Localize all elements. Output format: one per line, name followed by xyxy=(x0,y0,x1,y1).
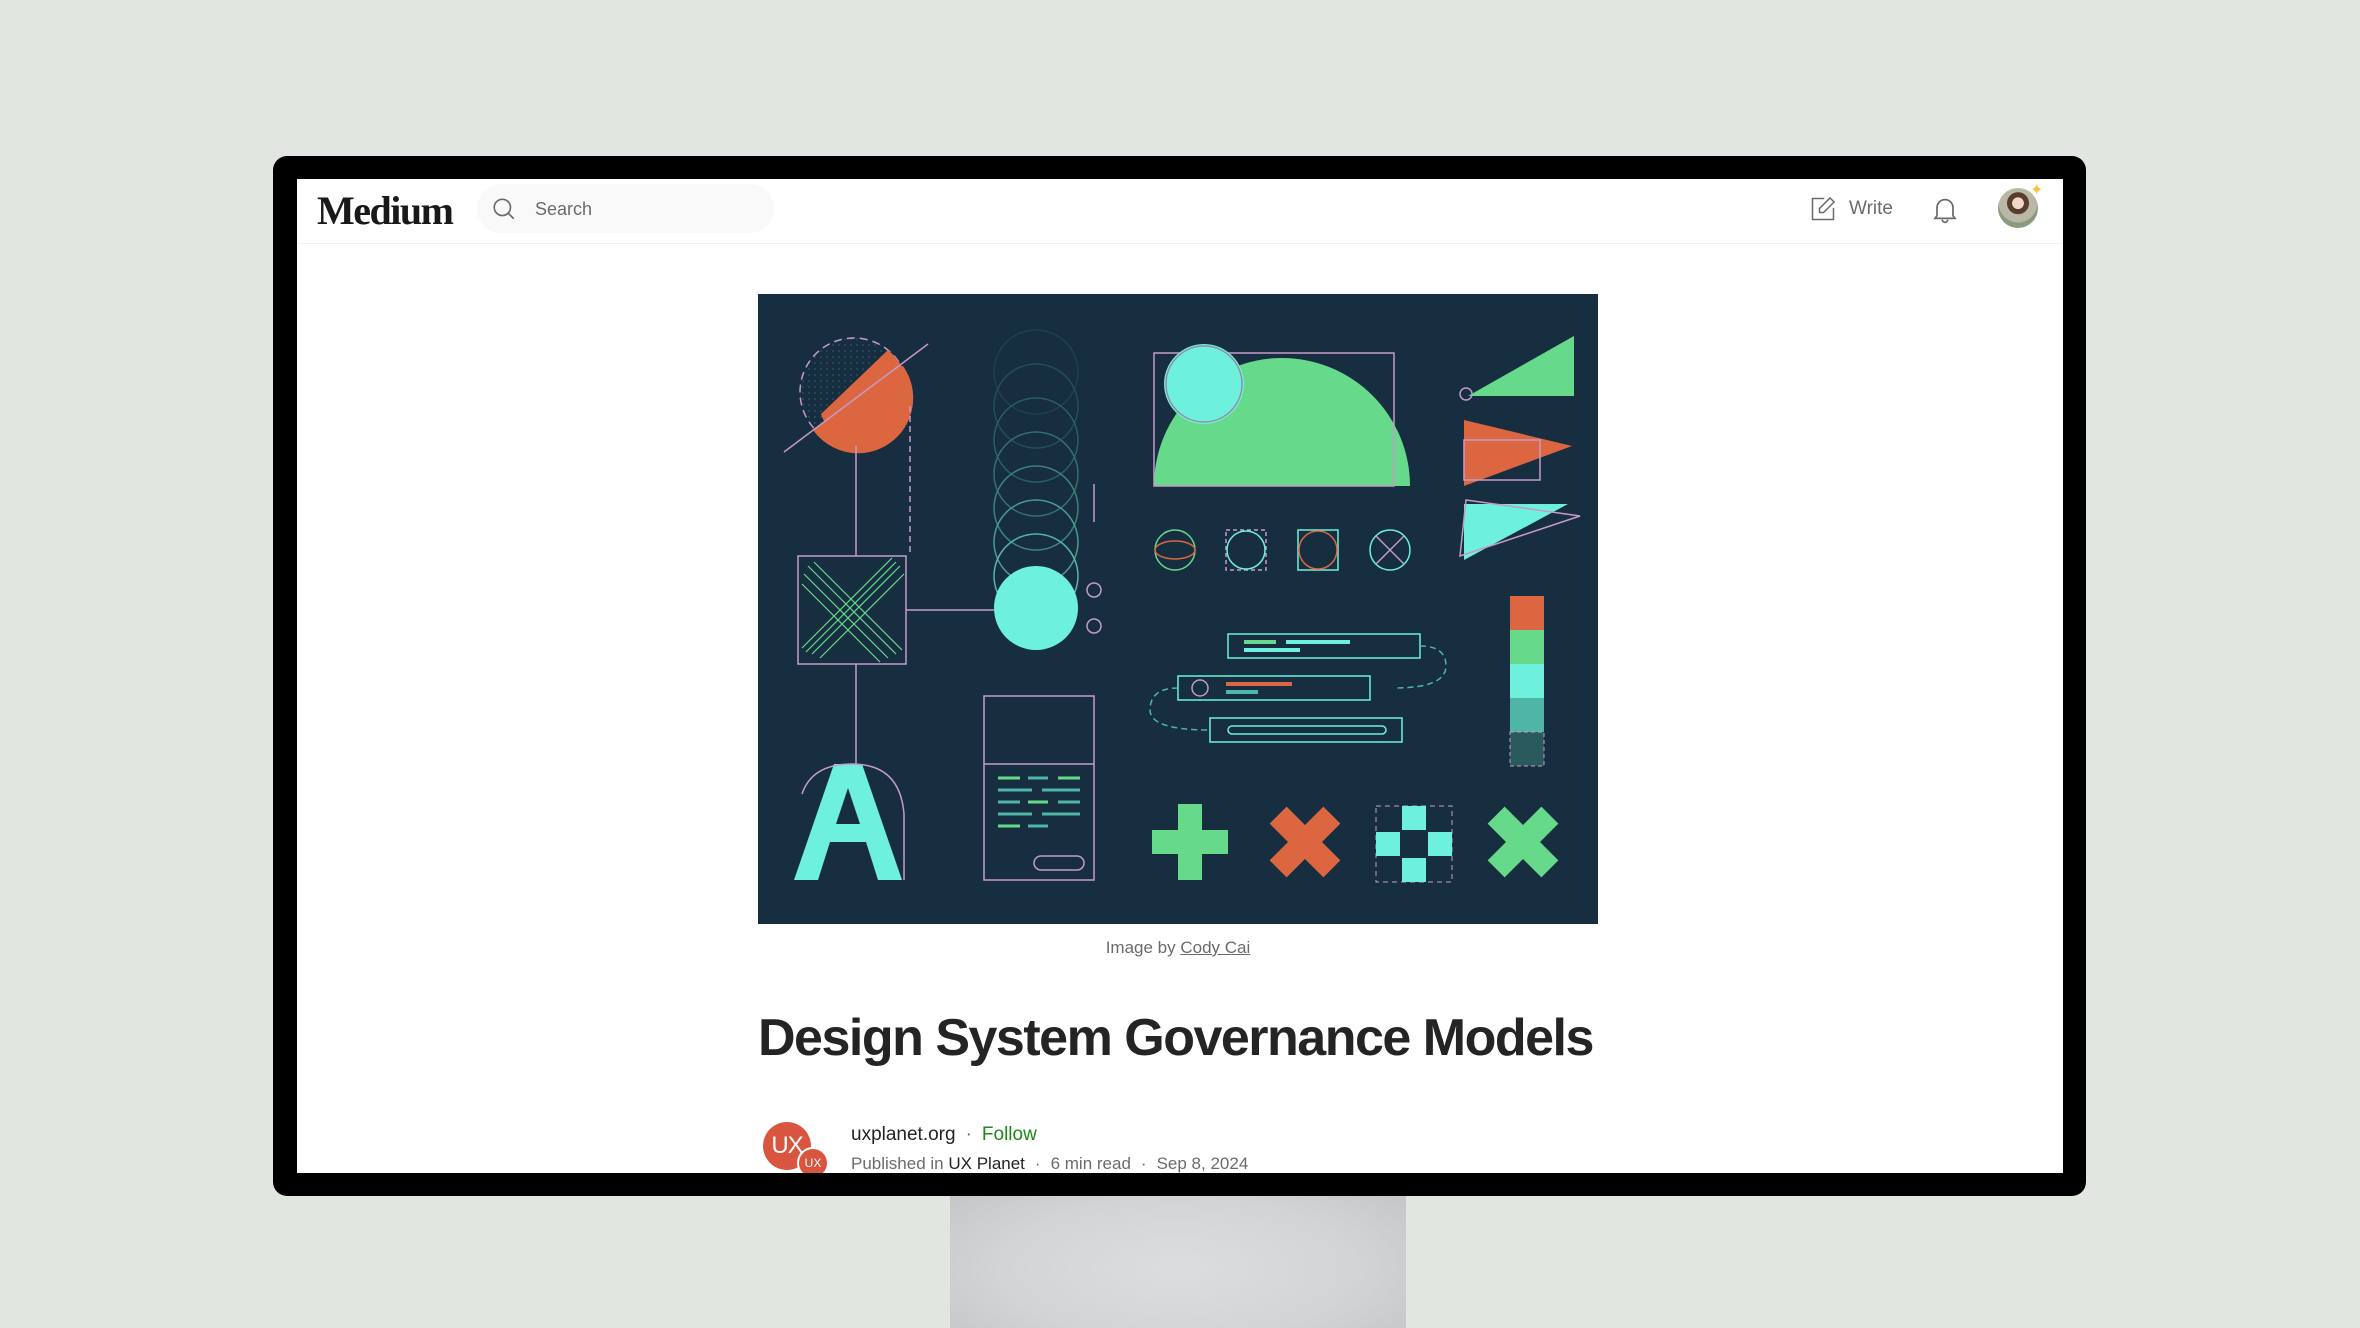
publication-avatar[interactable]: UX xyxy=(797,1147,829,1173)
caption-author-link[interactable]: Cody Cai xyxy=(1180,938,1250,957)
membership-sparkle-icon: ✦ xyxy=(2030,182,2044,199)
hero-image xyxy=(758,294,1598,924)
author-line: uxplanet.org · Follow xyxy=(851,1124,1037,1146)
bell-icon[interactable] xyxy=(1929,193,1961,225)
article-meta: Published in UX Planet · 6 min read · Se… xyxy=(851,1154,1248,1173)
separator: · xyxy=(1140,1154,1147,1173)
publication-link[interactable]: UX Planet xyxy=(948,1154,1025,1173)
browser-screen: Medium Write ✦ xyxy=(297,179,2063,1173)
separator: · xyxy=(1034,1154,1041,1173)
published-in-label: Published in xyxy=(851,1154,944,1173)
search-input[interactable] xyxy=(533,184,757,235)
write-icon xyxy=(1811,196,1836,221)
search-icon xyxy=(493,198,515,220)
monitor-stand xyxy=(950,1180,1406,1328)
write-button[interactable]: Write xyxy=(1809,193,1893,225)
caption-prefix: Image by xyxy=(1105,938,1176,957)
publish-date: Sep 8, 2024 xyxy=(1156,1154,1249,1173)
article-title: Design System Governance Models xyxy=(758,1009,1594,1067)
top-navigation-bar: Medium Write ✦ xyxy=(297,179,2063,244)
separator: · xyxy=(965,1124,972,1145)
medium-logo[interactable]: Medium xyxy=(317,187,454,234)
color-swatch-stack xyxy=(1509,596,1545,767)
search-box[interactable] xyxy=(477,184,774,235)
read-time: 6 min read xyxy=(1050,1154,1131,1173)
image-caption: Image by Cody Cai xyxy=(758,938,1598,958)
follow-button[interactable]: Follow xyxy=(982,1124,1037,1146)
write-label: Write xyxy=(1849,198,1893,219)
author-name-link[interactable]: uxplanet.org xyxy=(851,1124,956,1146)
